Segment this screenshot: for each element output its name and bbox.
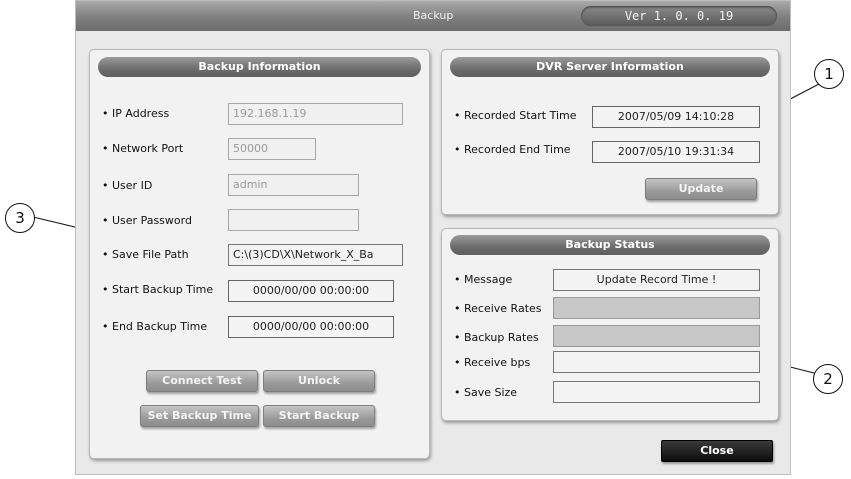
version-badge: Ver 1. 0. 0. 19 bbox=[581, 6, 777, 26]
close-button[interactable]: Close bbox=[661, 440, 773, 462]
callout-2: 2 bbox=[813, 364, 843, 394]
backup-status-header: Backup Status bbox=[450, 235, 770, 255]
save-size-field bbox=[553, 381, 760, 403]
connect-test-button[interactable]: Connect Test bbox=[146, 370, 258, 392]
window-title: Backup bbox=[413, 9, 454, 22]
dvr-server-information-header: DVR Server Information bbox=[450, 57, 770, 77]
user-id-field[interactable]: admin bbox=[228, 174, 359, 196]
backup-rates-label: Backup Rates bbox=[454, 331, 539, 344]
version-text: Ver 1. 0. 0. 19 bbox=[624, 9, 734, 23]
start-backup-button[interactable]: Start Backup bbox=[263, 405, 375, 427]
start-backup-time-label: Start Backup Time bbox=[102, 283, 213, 296]
backup-window: Backup Ver 1. 0. 0. 19 Backup Informatio… bbox=[75, 0, 791, 475]
receive-bps-field bbox=[553, 351, 760, 373]
user-id-label: User ID bbox=[102, 179, 152, 192]
end-backup-time-label: End Backup Time bbox=[102, 320, 207, 333]
backup-information-header: Backup Information bbox=[98, 57, 421, 77]
callout-3: 3 bbox=[5, 203, 35, 233]
recorded-start-time-field: 2007/05/09 14:10:28 bbox=[592, 106, 760, 128]
receive-bps-label: Receive bps bbox=[454, 356, 530, 369]
dvr-server-information-panel: DVR Server Information Recorded Start Ti… bbox=[441, 49, 779, 215]
backup-rates-bar bbox=[553, 325, 760, 347]
receive-rates-bar bbox=[553, 297, 760, 319]
recorded-end-time-label: Recorded End Time bbox=[454, 143, 571, 156]
set-backup-time-button[interactable]: Set Backup Time bbox=[140, 405, 259, 427]
receive-rates-label: Receive Rates bbox=[454, 302, 542, 315]
backup-information-panel: Backup Information IP Address 192.168.1.… bbox=[89, 49, 430, 459]
user-password-field[interactable] bbox=[228, 209, 359, 231]
ip-address-field[interactable]: 192.168.1.19 bbox=[228, 103, 403, 125]
recorded-start-time-label: Recorded Start Time bbox=[454, 109, 577, 122]
callout-1: 1 bbox=[814, 59, 844, 89]
user-password-label: User Password bbox=[102, 214, 192, 227]
message-label: Message bbox=[454, 273, 512, 286]
save-file-path-label: Save File Path bbox=[102, 248, 189, 261]
update-button[interactable]: Update bbox=[645, 178, 757, 200]
start-backup-time-field[interactable]: 0000/00/00 00:00:00 bbox=[228, 280, 394, 302]
unlock-button[interactable]: Unlock bbox=[263, 370, 375, 392]
title-bar: Backup Ver 1. 0. 0. 19 bbox=[76, 1, 790, 31]
save-file-path-field[interactable]: C:\(3)CD\X\Network_X_Ba bbox=[228, 244, 403, 266]
network-port-field[interactable]: 50000 bbox=[228, 138, 316, 160]
save-size-label: Save Size bbox=[454, 386, 517, 399]
recorded-end-time-field: 2007/05/10 19:31:34 bbox=[592, 141, 760, 163]
message-field: Update Record Time ! bbox=[553, 269, 760, 291]
end-backup-time-field[interactable]: 0000/00/00 00:00:00 bbox=[228, 316, 394, 338]
ip-address-label: IP Address bbox=[102, 107, 169, 120]
network-port-label: Network Port bbox=[102, 142, 183, 155]
backup-status-panel: Backup Status Message Update Record Time… bbox=[441, 228, 779, 421]
